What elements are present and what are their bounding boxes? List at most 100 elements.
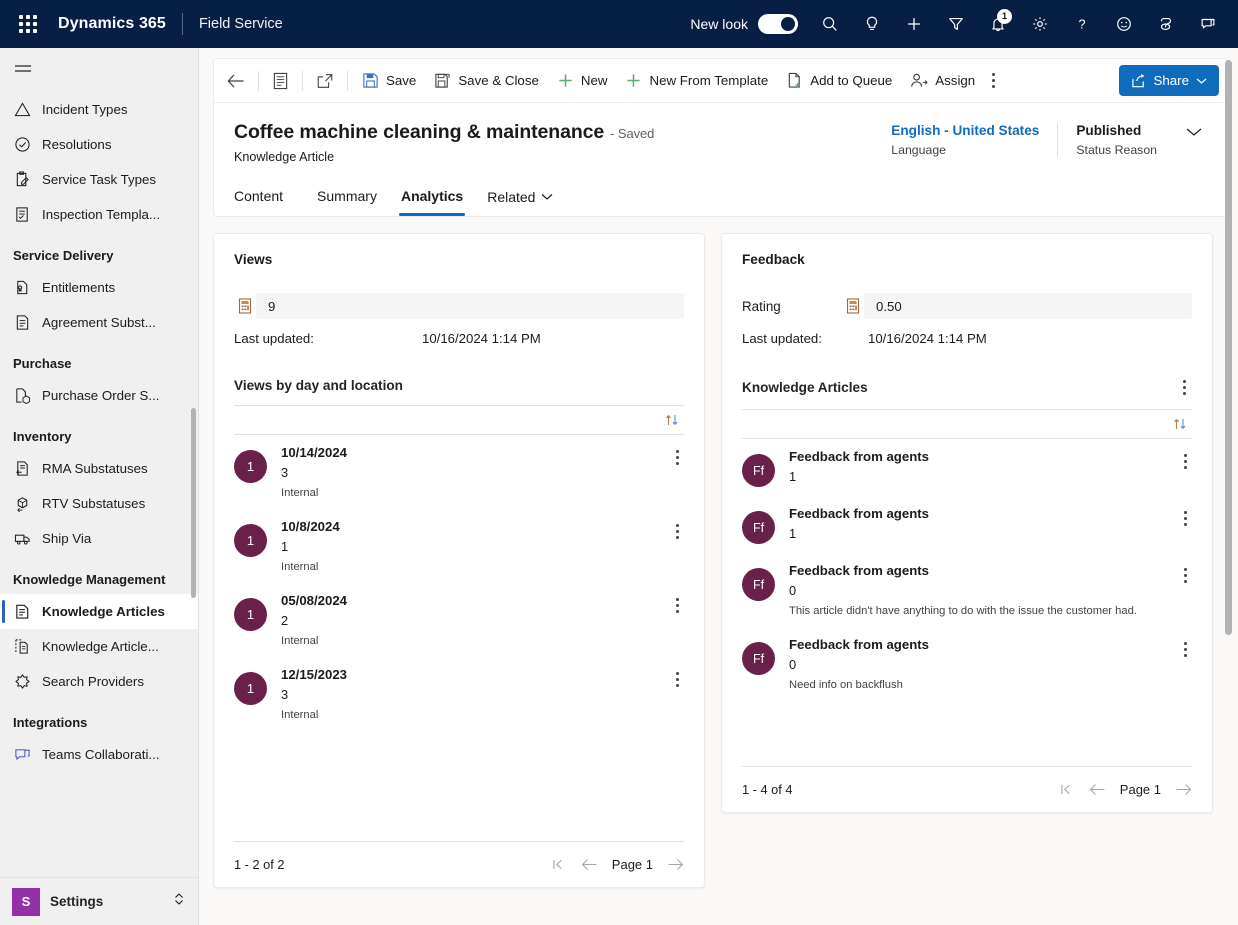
tab-label: Analytics (400, 188, 464, 204)
feedback-sort-button[interactable] (1168, 416, 1192, 432)
save-label: Save (386, 73, 417, 88)
views-row-source: Internal (281, 635, 319, 647)
new-button[interactable]: New (548, 64, 617, 97)
more-options-icon (676, 450, 679, 465)
status-reason-value[interactable]: Published (1076, 123, 1157, 138)
views-row-more-button[interactable] (671, 666, 684, 687)
add-to-queue-button[interactable]: Add to Queue (777, 64, 901, 97)
feedback-row-title: Feedback from agents (789, 449, 929, 464)
teams-chat-button[interactable] (1188, 4, 1228, 44)
sidebar-item-knowledge-articles[interactable]: Knowledge Articles (0, 594, 198, 629)
settings-button[interactable] (1020, 4, 1060, 44)
new-from-template-button[interactable]: New From Template (616, 64, 777, 97)
views-row-more-button[interactable] (671, 518, 684, 539)
avatar: 1 (234, 524, 267, 557)
previous-page-icon (581, 859, 597, 870)
filter-icon (949, 18, 963, 30)
more-commands-button[interactable] (984, 64, 1003, 97)
feedback-row-more-button[interactable] (1179, 636, 1192, 657)
sidebar-item-label: Resolutions (42, 137, 112, 152)
sidebar-item-agreement-subst[interactable]: Agreement Subst... (0, 305, 198, 340)
save-and-close-button[interactable]: Save & Close (425, 64, 548, 97)
sidebar-item-incident-types[interactable]: Incident Types (0, 92, 198, 127)
views-list-item[interactable]: 1 12/15/2023 3 Internal (234, 657, 684, 731)
tab-related[interactable]: Related (475, 180, 565, 216)
back-button[interactable] (218, 64, 253, 97)
tab-summary[interactable]: Summary (305, 180, 389, 216)
knowledge-template-icon (13, 638, 31, 656)
app-name[interactable]: Field Service (199, 16, 283, 32)
feedback-subgrid-more-button[interactable] (1177, 378, 1192, 397)
app-header: Dynamics 365 Field Service New look 1 ? (0, 0, 1238, 48)
views-prev-page-button[interactable] (581, 858, 598, 871)
views-list-item[interactable]: 1 10/14/2024 3 Internal (234, 435, 684, 509)
chevron-down-icon[interactable] (541, 188, 553, 204)
sidebar-group-service-delivery: Service Delivery (13, 248, 114, 263)
sidebar-item-inspection-templa[interactable]: Inspection Templa... (0, 197, 198, 232)
help-button[interactable]: ? (1062, 4, 1102, 44)
brand-title[interactable]: Dynamics 365 (58, 15, 166, 33)
views-row-more-button[interactable] (671, 444, 684, 465)
feedback-first-page-button[interactable] (1060, 783, 1075, 796)
sidebar-item-teams-collaborati[interactable]: Teams Collaborati... (0, 737, 198, 772)
insights-button[interactable] (852, 4, 892, 44)
filter-button[interactable] (936, 4, 976, 44)
settings-area-switcher[interactable]: S Settings (0, 877, 198, 925)
share-button[interactable]: Share (1118, 65, 1219, 96)
feedback-next-page-button[interactable] (1175, 783, 1192, 796)
question-icon: ? (1078, 18, 1085, 32)
feedback-row-comment: Need info on backflush (789, 679, 903, 691)
search-button[interactable] (810, 4, 850, 44)
language-field[interactable]: English - United States Language (873, 123, 1057, 157)
feedback-list-item[interactable]: Ff Feedback from agents 0 This article didn… (742, 553, 1192, 627)
app-launcher-button[interactable] (8, 4, 48, 44)
sidebar-item-rtv-substatuses[interactable]: RTV Substatuses (0, 486, 198, 521)
feedback-list-item[interactable]: Ff Feedback from agents 1 (742, 439, 1192, 496)
sidebar-item-service-task-types[interactable]: Service Task Types (0, 162, 198, 197)
sidebar-item-purchase-order-s[interactable]: Purchase Order S... (0, 378, 198, 413)
sidebar-item-knowledge-article[interactable]: Knowledge Article... (0, 629, 198, 664)
open-new-window-button[interactable] (308, 64, 342, 97)
feedback-row-score: 0 (789, 583, 797, 598)
feedback-list-item[interactable]: Ff Feedback from agents 1 (742, 496, 1192, 553)
views-list-item[interactable]: 1 05/08/2024 2 Internal (234, 583, 684, 657)
new-look-toggle[interactable] (758, 14, 798, 34)
notifications-button[interactable]: 1 (978, 4, 1018, 44)
add-queue-icon (788, 72, 801, 88)
quick-create-button[interactable] (894, 4, 934, 44)
views-first-page-button[interactable] (552, 858, 567, 871)
feedback-row-title: Feedback from agents (789, 637, 929, 652)
feedback-list-item[interactable]: Ff Feedback from agents 0 Need info on back… (742, 627, 1192, 701)
copilot-button[interactable] (1146, 4, 1186, 44)
form-selector-button[interactable] (264, 64, 297, 97)
expand-header-button[interactable] (1175, 123, 1207, 143)
main-scrollbar[interactable] (1225, 60, 1232, 635)
save-close-icon (435, 73, 450, 88)
new-look-label: New look (690, 16, 748, 32)
sidebar-scrollbar[interactable] (191, 408, 196, 598)
views-sort-button[interactable] (660, 412, 684, 428)
feedback-row-more-button[interactable] (1179, 505, 1192, 526)
sidebar-item-rma-substatuses[interactable]: RMA Substatuses (0, 451, 198, 486)
sidebar-item-search-providers[interactable]: Search Providers (0, 664, 198, 699)
save-button[interactable]: Save (353, 64, 425, 97)
sidebar-collapse-button[interactable] (0, 48, 198, 92)
feedback-row-more-button[interactable] (1179, 562, 1192, 583)
status-reason-field[interactable]: Published Status Reason (1057, 123, 1175, 157)
sidebar-item-resolutions[interactable]: Resolutions (0, 127, 198, 162)
views-row-more-button[interactable] (671, 592, 684, 613)
tab-content[interactable]: Content (234, 180, 295, 216)
sidebar-item-entitlements[interactable]: Entitlements (0, 270, 198, 305)
command-divider-3 (347, 70, 348, 91)
language-value[interactable]: English - United States (891, 123, 1039, 138)
feedback-button[interactable] (1104, 4, 1144, 44)
assign-button[interactable]: Assign (901, 64, 984, 97)
views-next-page-button[interactable] (667, 858, 684, 871)
new-look-toggle-group[interactable]: New look (690, 14, 798, 34)
more-options-icon (676, 598, 679, 613)
sidebar-item-ship-via[interactable]: Ship Via (0, 521, 198, 556)
feedback-prev-page-button[interactable] (1089, 783, 1106, 796)
views-list-item[interactable]: 1 10/8/2024 1 Internal (234, 509, 684, 583)
tab-analytics[interactable]: Analytics (389, 180, 475, 216)
feedback-row-more-button[interactable] (1179, 448, 1192, 469)
